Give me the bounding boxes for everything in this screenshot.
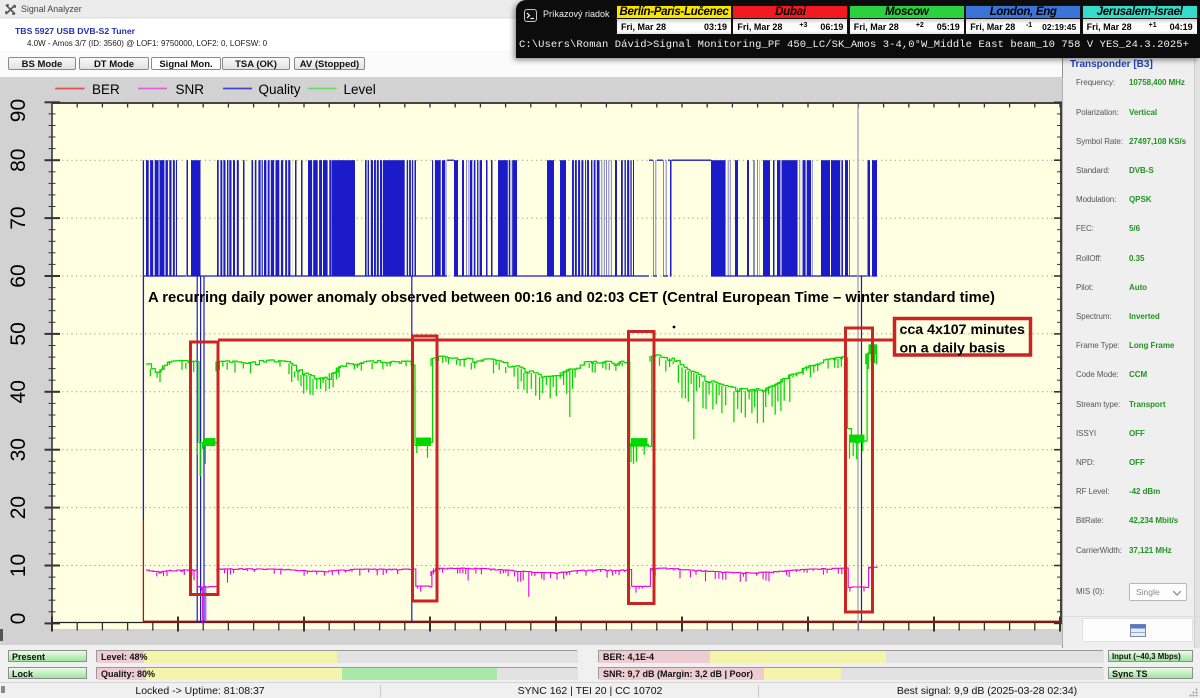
svg-text:20: 20 <box>7 496 30 519</box>
svg-text:50: 50 <box>7 322 30 345</box>
svg-text:90: 90 <box>7 99 30 122</box>
svg-text:80: 80 <box>7 149 30 172</box>
svg-text:30: 30 <box>7 438 30 461</box>
svg-text:60: 60 <box>7 264 30 287</box>
svg-text:Level: Level <box>344 82 376 97</box>
svg-text:BER: BER <box>92 82 120 97</box>
svg-text:A recurring daily power anomal: A recurring daily power anomaly observed… <box>148 290 995 306</box>
svg-text:Quality: Quality <box>259 82 301 97</box>
svg-text:0: 0 <box>7 613 30 625</box>
svg-text:SNR: SNR <box>176 82 205 97</box>
svg-text:cca 4x107 minutes: cca 4x107 minutes <box>900 322 1026 338</box>
svg-text:on a daily basis: on a daily basis <box>900 341 1006 357</box>
svg-text:70: 70 <box>7 206 30 229</box>
svg-text:40: 40 <box>7 380 30 403</box>
svg-text:10: 10 <box>7 554 30 577</box>
